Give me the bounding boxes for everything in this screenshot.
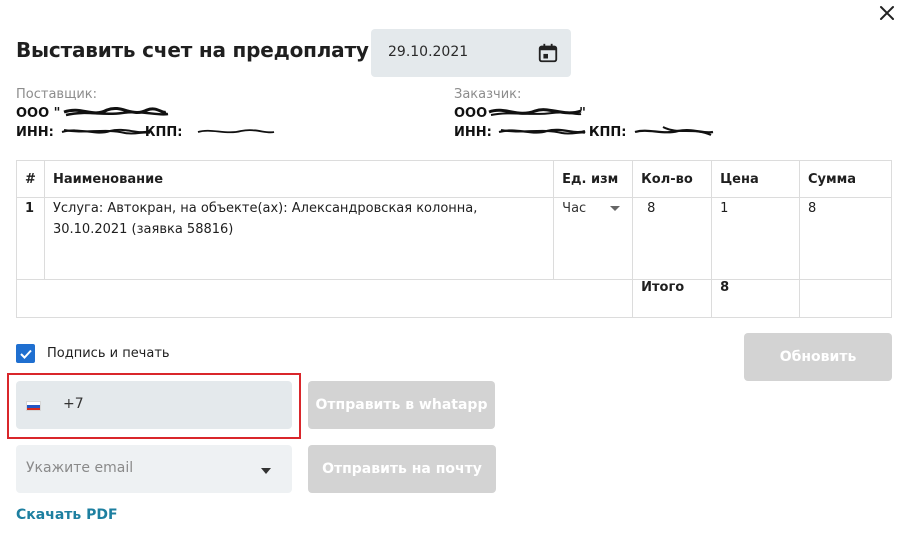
email-placeholder: Укажите email	[26, 460, 134, 476]
items-table: # Наименование Ед. изм Кол-во Цена Сумма…	[15, 160, 892, 318]
column-header: Кол-во	[632, 160, 713, 198]
total-label: Итого	[632, 279, 713, 318]
redaction-scribble	[61, 128, 151, 135]
sum-value: 8	[799, 197, 892, 280]
close-button[interactable]	[875, 1, 899, 25]
refresh-button[interactable]: Обновить	[744, 333, 892, 381]
price-value: 1	[711, 197, 801, 280]
redaction-scribble	[63, 107, 169, 117]
calendar-icon[interactable]	[537, 42, 559, 64]
row-name: Услуга: Автокран, на объекте(ах): Алекса…	[43, 197, 555, 280]
unit-cell: Час	[553, 197, 634, 280]
table-row: 1 Услуга: Автокран, на объекте(ах): Алек…	[16, 197, 892, 280]
unit-value: Час	[562, 201, 587, 216]
sign-label: Подпись и печать	[47, 346, 170, 361]
dialog-title: Выставить счет на предоплату от	[16, 38, 401, 62]
column-header: Ед. изм	[553, 160, 634, 198]
send-email-button[interactable]: Отправить на почту	[308, 445, 496, 493]
date-picker[interactable]: 29.10.2021	[371, 29, 571, 77]
russia-flag-icon[interactable]	[26, 401, 41, 411]
qty-value: 8	[647, 201, 656, 216]
send-whatsapp-button[interactable]: Отправить в whatapp	[308, 381, 495, 429]
checkmark-icon	[19, 349, 32, 359]
unit-select[interactable]: Час	[562, 198, 621, 219]
total-value: 8	[711, 279, 801, 318]
total-row: Итого 8	[15, 279, 892, 318]
sign-checkbox[interactable]	[16, 344, 35, 363]
dropdown-arrow-icon	[261, 468, 271, 474]
sign-option[interactable]: Подпись и печать	[16, 344, 170, 363]
column-header: Сумма	[799, 160, 892, 198]
redaction-scribble	[498, 128, 586, 135]
supplier-caption: Поставщик:	[16, 87, 98, 102]
phone-input[interactable]: +7	[16, 381, 292, 429]
phone-value: +7	[63, 396, 84, 412]
redaction-scribble	[634, 126, 714, 136]
column-header: #	[16, 160, 45, 198]
email-select[interactable]: Укажите email	[16, 445, 292, 493]
download-pdf-link[interactable]: Скачать PDF	[16, 507, 118, 523]
redaction-scribble	[197, 129, 275, 134]
redaction-scribble	[488, 108, 582, 116]
qty-cell[interactable]: 8	[632, 197, 713, 280]
column-header: Цена	[711, 160, 801, 198]
table-header-row: # Наименование Ед. изм Кол-во Цена Сумма	[16, 160, 892, 198]
row-number: 1	[16, 197, 45, 280]
date-value: 29.10.2021	[388, 44, 469, 60]
close-icon	[880, 6, 894, 20]
customer-caption: Заказчик:	[454, 87, 522, 102]
dropdown-arrow-icon	[610, 206, 621, 211]
column-header: Наименование	[43, 160, 555, 198]
